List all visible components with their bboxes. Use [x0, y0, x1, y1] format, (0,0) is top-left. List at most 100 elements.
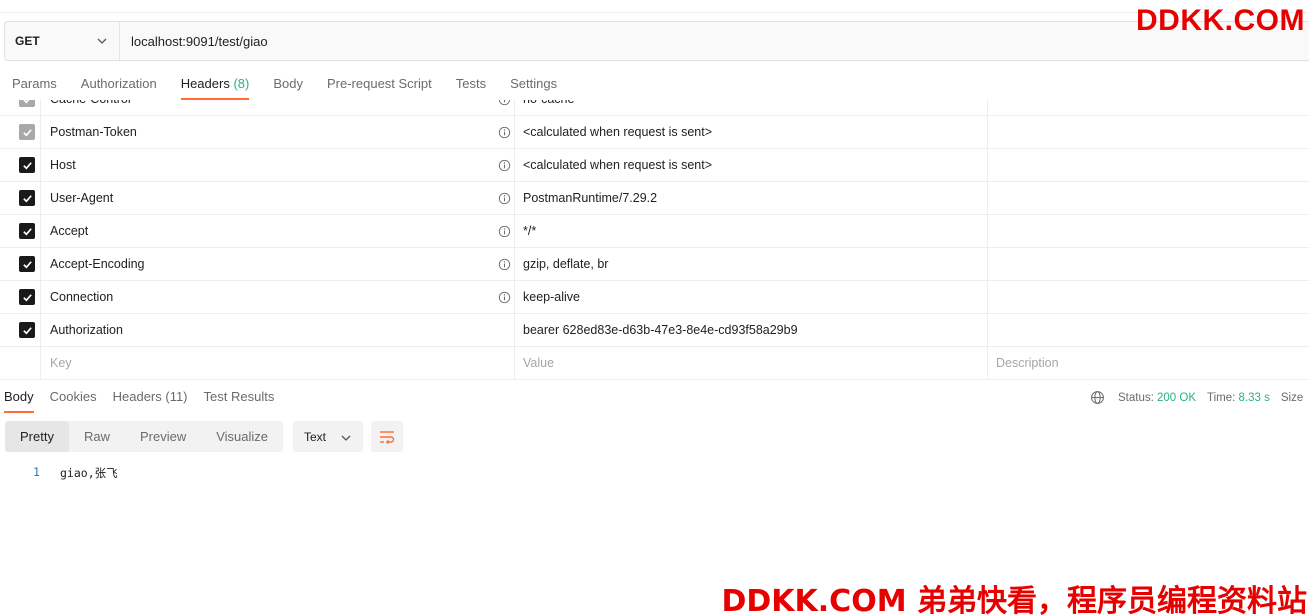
header-checkbox[interactable] [19, 223, 35, 239]
tab-tests[interactable]: Tests [456, 76, 486, 98]
header-description-cell[interactable] [988, 314, 1309, 346]
check-icon [22, 227, 32, 235]
response-tab-headers[interactable]: Headers (11) [113, 389, 188, 411]
size-label[interactable]: Size [1281, 392, 1303, 404]
tab-authorization[interactable]: Authorization [81, 76, 157, 98]
view-mode-group: Pretty Raw Preview Visualize [5, 421, 284, 452]
check-icon [22, 194, 32, 202]
header-value: */* [523, 224, 537, 238]
header-value-cell[interactable]: <calculated when request is sent> [515, 116, 988, 148]
header-key-cell[interactable]: Authorization [41, 314, 515, 346]
check-icon [22, 128, 32, 136]
header-value-cell[interactable]: PostmanRuntime/7.29.2 [515, 182, 988, 214]
header-checkbox[interactable] [19, 322, 35, 338]
header-key-cell[interactable]: Connection [41, 281, 515, 313]
header-key: Cache-Control [50, 100, 131, 106]
header-value: keep-alive [523, 290, 580, 304]
header-key-cell[interactable]: Accept [41, 215, 515, 247]
header-row: Cache-Control no-cache [0, 100, 1309, 116]
tab-headers[interactable]: Headers (8) [180, 76, 249, 100]
header-value-cell[interactable]: bearer 628ed83e-d63b-47e3-8e4e-cd93f58a2… [515, 314, 988, 346]
url-input[interactable]: localhost:9091/test/giao [120, 22, 268, 60]
tab-params[interactable]: Params [12, 76, 57, 98]
header-description-cell[interactable] [988, 149, 1309, 181]
header-description-cell[interactable] [988, 281, 1309, 313]
header-key-cell[interactable]: Accept-Encoding [41, 248, 515, 280]
header-checkbox[interactable] [19, 100, 35, 107]
watermark-bottom: DDKK.COM 弟弟快看，程序员编程资料站 [721, 584, 1307, 616]
header-key: User-Agent [50, 191, 114, 205]
new-key-input[interactable]: Key [41, 347, 515, 379]
top-divider [0, 12, 1309, 13]
header-key-cell[interactable]: Host [41, 149, 515, 181]
header-description-cell[interactable] [988, 248, 1309, 280]
response-tab-body[interactable]: Body [4, 389, 34, 413]
header-value-cell[interactable]: keep-alive [515, 281, 988, 313]
header-key-cell[interactable]: User-Agent [41, 182, 515, 214]
description-placeholder: Description [996, 356, 1059, 370]
info-icon [498, 100, 511, 106]
header-checkbox-cell [0, 314, 41, 346]
header-value-cell[interactable]: gzip, deflate, br [515, 248, 988, 280]
new-description-input[interactable]: Description [988, 347, 1309, 379]
line-number: 1 [33, 465, 40, 479]
tab-settings[interactable]: Settings [510, 76, 557, 98]
watermark-top: DDKK.COM [1136, 4, 1305, 37]
header-checkbox[interactable] [19, 157, 35, 173]
header-row: User-Agent PostmanRuntime/7.29.2 [0, 182, 1309, 215]
header-key: Authorization [50, 323, 123, 337]
header-checkbox[interactable] [19, 124, 35, 140]
line-text[interactable]: giao,张飞 [60, 465, 118, 481]
header-key: Connection [50, 290, 114, 304]
request-tabs: Params Authorization Headers (8) Body Pr… [12, 76, 581, 100]
header-value-cell[interactable]: no-cache [515, 100, 988, 115]
header-row: Connection keep-alive [0, 281, 1309, 314]
response-tab-test-results[interactable]: Test Results [204, 389, 275, 411]
info-icon [498, 225, 511, 238]
chevron-down-icon [97, 38, 107, 44]
header-key: Accept-Encoding [50, 257, 145, 271]
check-icon [22, 326, 32, 334]
header-checkbox[interactable] [19, 256, 35, 272]
header-description-cell[interactable] [988, 182, 1309, 214]
tab-pre-request-script[interactable]: Pre-request Script [327, 76, 432, 98]
header-key: Accept [50, 224, 89, 238]
header-key-cell[interactable]: Cache-Control [41, 100, 515, 115]
view-pretty-button[interactable]: Pretty [5, 421, 69, 452]
tab-body[interactable]: Body [273, 76, 303, 98]
header-key-cell[interactable]: Postman-Token [41, 116, 515, 148]
wrap-lines-button[interactable] [371, 421, 403, 452]
view-visualize-button[interactable]: Visualize [201, 421, 283, 452]
response-meta: Status: 200 OK Time: 8.33 s Size [1090, 390, 1303, 405]
header-row: Host <calculated when request is sent> [0, 149, 1309, 182]
header-description-cell[interactable] [988, 215, 1309, 247]
info-icon [498, 126, 511, 139]
header-description-cell[interactable] [988, 116, 1309, 148]
request-bar: GET localhost:9091/test/giao [4, 21, 1309, 61]
view-raw-button[interactable]: Raw [69, 421, 125, 452]
info-icon [498, 159, 511, 172]
view-preview-button[interactable]: Preview [125, 421, 201, 452]
response-tabs: Body Cookies Headers (11) Test Results [4, 389, 290, 413]
method-select[interactable]: GET [5, 22, 120, 60]
status-label: Status: [1118, 391, 1154, 404]
header-value-cell[interactable]: */* [515, 215, 988, 247]
new-header-row: Key Value Description [0, 347, 1309, 380]
header-description-cell[interactable] [988, 100, 1309, 115]
header-value: PostmanRuntime/7.29.2 [523, 191, 658, 205]
header-value: <calculated when request is sent> [523, 125, 713, 139]
header-checkbox-cell [0, 182, 41, 214]
headers-table: Cache-Control no-cache Postman-Token <calcu… [0, 100, 1309, 381]
header-row: Accept */* [0, 215, 1309, 248]
header-checkbox[interactable] [19, 289, 35, 305]
format-select[interactable]: Text [293, 421, 363, 452]
globe-icon[interactable] [1090, 390, 1105, 405]
status-value[interactable]: 200 OK [1157, 392, 1196, 404]
time-label: Time: [1207, 391, 1236, 404]
response-tab-cookies[interactable]: Cookies [50, 389, 97, 411]
header-value-cell[interactable]: <calculated when request is sent> [515, 149, 988, 181]
new-value-input[interactable]: Value [515, 347, 988, 379]
info-icon [498, 258, 511, 271]
time-value[interactable]: 8.33 s [1239, 392, 1270, 404]
header-checkbox[interactable] [19, 190, 35, 206]
